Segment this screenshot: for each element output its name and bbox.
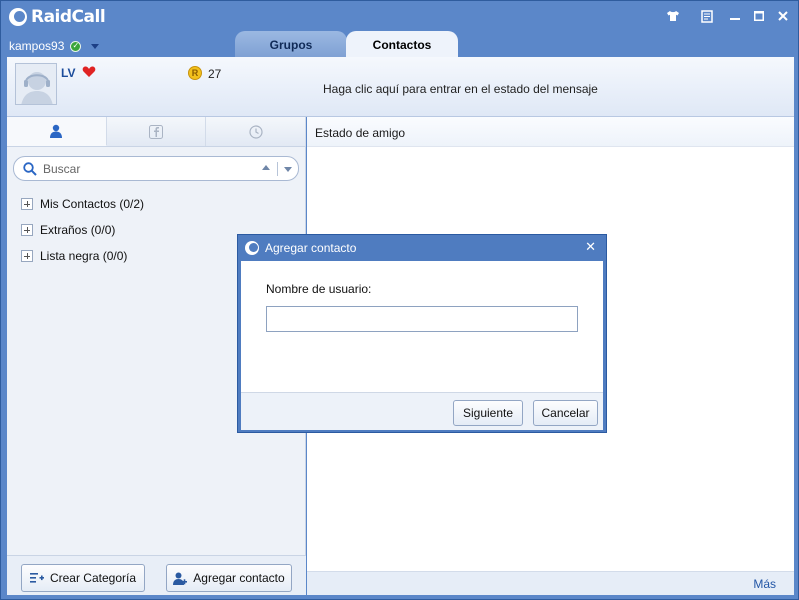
friend-status-footer: Más: [307, 571, 794, 595]
coin-count: 27: [208, 67, 222, 81]
group-mis-contactos[interactable]: Mis Contactos (0/2): [21, 197, 144, 211]
heart-icon[interactable]: [82, 65, 96, 79]
raidcall-logo-icon: [245, 241, 259, 255]
status-message-prompt[interactable]: Haga clic aquí para entrar en el estado …: [323, 82, 598, 96]
status-dropdown-icon[interactable]: [91, 43, 100, 49]
notepad-icon: [700, 9, 713, 23]
search-options-icon[interactable]: [284, 167, 292, 172]
dialog-title: Agregar contacto: [265, 241, 357, 255]
title-bar: RaidCall: [1, 1, 798, 33]
add-person-icon: [173, 572, 188, 585]
raidcall-logo-icon: [9, 8, 27, 26]
dialog-close-icon[interactable]: ✕: [585, 240, 596, 255]
contact-source-tabs: [7, 117, 307, 147]
tab-contactos[interactable]: Contactos: [346, 31, 458, 58]
group-label: Lista negra (0/0): [40, 249, 128, 263]
cancel-button[interactable]: Cancelar: [533, 400, 598, 426]
profile-panel: LV R 27 Haga clic aquí para entrar en el…: [7, 57, 794, 117]
clock-icon: [249, 124, 263, 139]
maximize-button[interactable]: [749, 7, 769, 25]
online-status-icon[interactable]: ✓: [70, 40, 82, 52]
group-extranos[interactable]: Extraños (0/0): [21, 223, 115, 237]
close-icon: [778, 11, 788, 21]
create-category-label: Crear Categoría: [49, 571, 137, 585]
dialog-footer: Siguiente Cancelar: [241, 392, 603, 430]
default-avatar-icon: [21, 72, 53, 104]
username-field[interactable]: [266, 306, 578, 332]
nickname: LV: [61, 66, 76, 80]
search-input[interactable]: [43, 161, 258, 176]
minimize-button[interactable]: [725, 7, 745, 25]
tab-facebook[interactable]: [107, 117, 207, 146]
tab-friends[interactable]: [7, 117, 107, 146]
search-icon: [23, 161, 37, 176]
add-list-icon: [29, 573, 44, 583]
person-icon: [50, 124, 63, 138]
coin-icon: R: [188, 66, 202, 80]
facebook-icon: [149, 124, 163, 139]
close-button[interactable]: [773, 7, 793, 25]
create-category-button[interactable]: Crear Categoría: [21, 564, 145, 592]
more-link[interactable]: Más: [753, 577, 776, 591]
expand-icon[interactable]: [21, 224, 33, 236]
friend-status-header: Estado de amigo: [307, 117, 794, 147]
expand-icon[interactable]: [21, 198, 33, 210]
main-window: RaidCall kampos93 ✓ Grupos Contactos LV …: [0, 0, 799, 600]
add-contact-button[interactable]: Agregar contacto: [166, 564, 292, 592]
friend-status-title: Estado de amigo: [315, 126, 406, 140]
next-button[interactable]: Siguiente: [453, 400, 523, 426]
expand-icon[interactable]: [21, 250, 33, 262]
username: kampos93: [9, 39, 65, 53]
dialog-title-bar[interactable]: Agregar contacto ✕: [238, 235, 606, 261]
avatar[interactable]: [15, 63, 57, 105]
tab-grupos[interactable]: Grupos: [235, 31, 347, 58]
search-divider: [277, 162, 278, 176]
dialog-body: Nombre de usuario:: [241, 261, 603, 392]
username-field-label: Nombre de usuario:: [266, 282, 372, 296]
skin-button[interactable]: [663, 7, 683, 25]
group-lista-negra[interactable]: Lista negra (0/0): [21, 249, 127, 263]
add-contact-dialog: Agregar contacto ✕ Nombre de usuario: Si…: [237, 234, 607, 433]
app-name: RaidCall: [31, 7, 106, 27]
search-box: [13, 156, 299, 181]
app-logo: RaidCall: [9, 7, 106, 27]
contacts-footer: Crear Categoría Agregar contacto: [7, 555, 306, 595]
group-label: Extraños (0/0): [40, 223, 116, 237]
sort-up-icon[interactable]: [262, 165, 270, 170]
tshirt-icon: [667, 11, 679, 21]
add-contact-label: Agregar contacto: [193, 571, 285, 585]
group-label: Mis Contactos (0/2): [40, 197, 145, 211]
minimize-icon: [730, 18, 740, 20]
tab-recent[interactable]: [206, 117, 307, 146]
maximize-icon: [754, 11, 764, 21]
user-row: kampos93 ✓: [9, 39, 100, 53]
settings-button[interactable]: [697, 7, 717, 25]
